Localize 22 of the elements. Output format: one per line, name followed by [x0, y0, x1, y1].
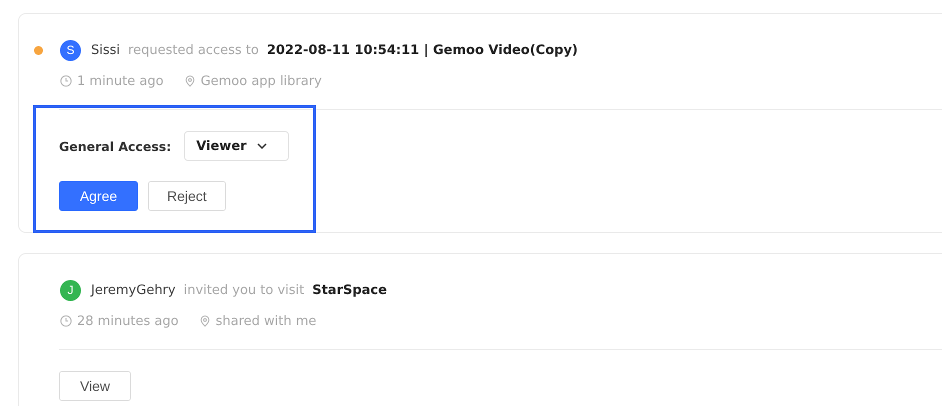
- clock-icon: [60, 75, 72, 87]
- action-text: invited you to visit: [184, 282, 304, 298]
- access-label: General Access:: [59, 138, 172, 154]
- time-text: 28 minutes ago: [77, 314, 179, 328]
- action-button[interactable]: View: [59, 371, 131, 401]
- clock-icon: [60, 315, 72, 327]
- user-name: JeremyGehry: [91, 282, 176, 298]
- action-text: requested access to: [128, 42, 259, 58]
- target-title: 2022-08-11 10:54:11 | Gemoo Video(Copy): [266, 42, 578, 58]
- target-title: StarSpace: [312, 282, 387, 298]
- access-select[interactable]: Viewer: [184, 131, 290, 161]
- chevron-down-icon: [256, 143, 267, 149]
- location-text: shared with me: [216, 314, 316, 328]
- avatar: J: [60, 280, 81, 300]
- location-pin-icon: [184, 75, 196, 87]
- user-name: Sissi: [91, 42, 120, 58]
- action-button[interactable]: Reject: [148, 181, 226, 211]
- action-button[interactable]: Agree: [59, 181, 138, 211]
- avatar: S: [60, 40, 81, 60]
- time-text: 1 minute ago: [77, 74, 164, 88]
- location-pin-icon: [198, 315, 211, 327]
- location-text: Gemoo app library: [200, 74, 322, 88]
